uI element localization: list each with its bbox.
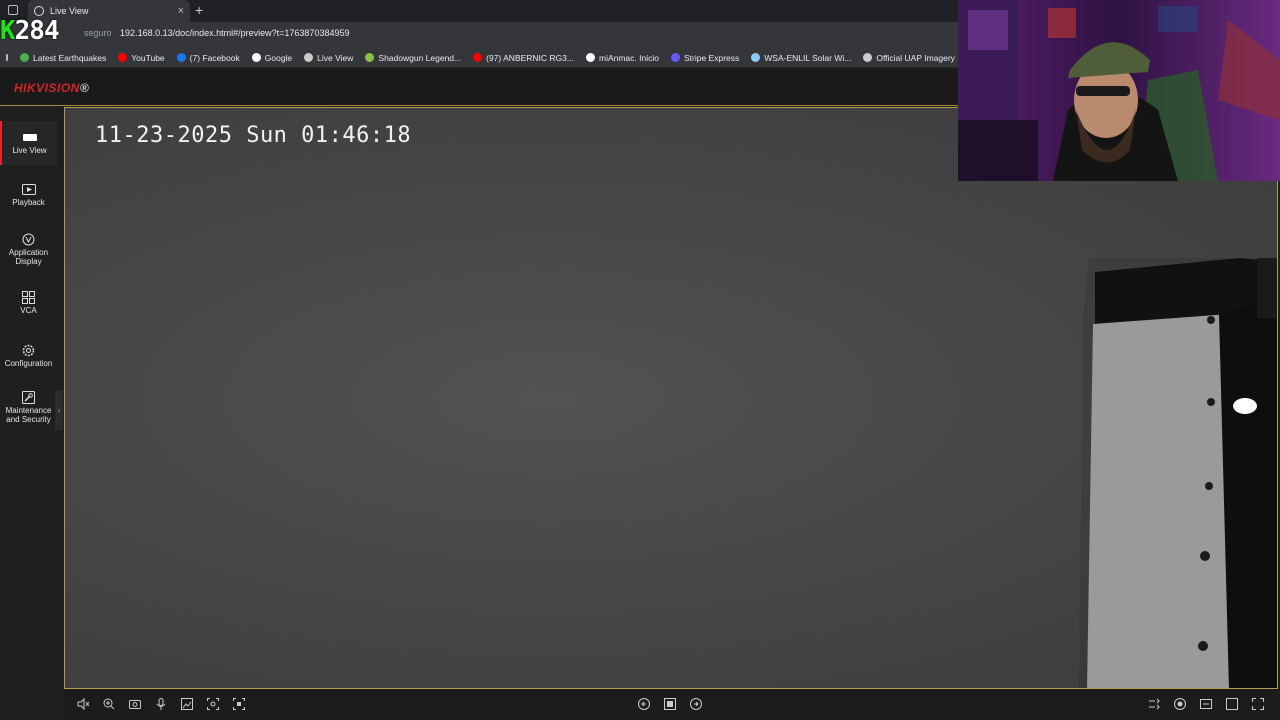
- bookmark-favicon-icon: [863, 53, 873, 62]
- nav-playback[interactable]: Playback: [0, 183, 57, 207]
- stream-overlay-counter: K284: [0, 16, 60, 46]
- bookmark-favicon-icon: [365, 53, 375, 62]
- bookmark-item[interactable]: Shadowgun Legend...: [365, 53, 461, 63]
- screen: Live View × + seguro 192.168.0.13/doc/in…: [0, 0, 1280, 720]
- bookmark-label: Live View: [317, 52, 354, 63]
- zoom-icon[interactable]: [103, 698, 115, 710]
- bookmark-label: Google: [264, 52, 293, 63]
- bookmark-label: (97) ANBERNIC RG3...: [486, 52, 574, 63]
- bookmark-item[interactable]: Stripe Express: [670, 52, 740, 63]
- previous-page-icon[interactable]: [638, 698, 650, 710]
- window-menu-icon[interactable]: [8, 5, 18, 15]
- bookmark-item[interactable]: (97) ANBERNIC RG3...: [473, 53, 574, 63]
- vca-icon: [22, 290, 36, 304]
- focus-icon[interactable]: [233, 698, 245, 710]
- live-video-viewport[interactable]: 11-23-2025 Sun 01:46:18: [64, 107, 1278, 689]
- microphone-icon[interactable]: [155, 698, 167, 710]
- mute-icon[interactable]: [77, 698, 89, 710]
- bookmark-item[interactable]: YouTube: [118, 52, 165, 63]
- nav-label: Playback: [12, 198, 45, 207]
- next-page-icon[interactable]: [690, 698, 702, 710]
- bookmark-label: Shadowgun Legend...: [378, 52, 462, 63]
- record-icon[interactable]: [1174, 698, 1186, 710]
- bookmark-favicon-icon: [20, 53, 29, 62]
- bookmark-item[interactable]: Google: [251, 52, 293, 63]
- nav-vca[interactable]: VCA: [0, 290, 57, 315]
- apps-icon[interactable]: [6, 54, 8, 61]
- streamer-webcam-overlay: [958, 0, 1280, 181]
- new-tab-button[interactable]: +: [195, 2, 203, 18]
- nav-configuration[interactable]: Configuration: [0, 344, 57, 368]
- bookmark-item[interactable]: Live View: [304, 53, 353, 63]
- nav-label: VCA: [20, 306, 37, 315]
- bookmark-item[interactable]: (7) Facebook: [176, 52, 240, 63]
- image-enhance-icon[interactable]: [181, 698, 193, 710]
- playback-icon: [21, 183, 36, 195]
- osd-timestamp: 11-23-2025 Sun 01:46:18: [95, 123, 412, 148]
- bookmark-label: miAnmac. Inicio: [598, 52, 659, 63]
- maintenance-icon: [22, 390, 36, 404]
- address-field[interactable]: seguro 192.168.0.13/doc/index.html#/prev…: [84, 28, 349, 38]
- video-toolbar: [64, 689, 1280, 720]
- aspect-ratio-icon[interactable]: [1200, 698, 1212, 710]
- bookmark-favicon-icon: [118, 53, 128, 62]
- nav-label: Configuration: [4, 359, 53, 368]
- app-header: HIKVISION®: [0, 68, 960, 106]
- digital-zoom-icon[interactable]: [207, 698, 219, 710]
- tab-title: Live View: [50, 6, 89, 16]
- nav-maintenance-security[interactable]: Maintenance and Security: [0, 390, 57, 424]
- sidebar-nav: Live View Playback Application Display V…: [0, 107, 57, 720]
- bookmark-favicon-icon: [670, 53, 680, 62]
- bookmark-label: YouTube: [131, 52, 165, 63]
- security-label: seguro: [84, 28, 112, 38]
- nav-label: Application Display: [8, 248, 49, 266]
- bookmark-label: Stripe Express: [683, 52, 740, 63]
- nav-label: Live View: [12, 146, 47, 155]
- bookmark-label: Latest Earthquakes: [33, 52, 107, 63]
- bookmark-label: (7) Facebook: [189, 52, 240, 63]
- browser-tab-bar: Live View × +: [0, 0, 960, 22]
- bookmark-favicon-icon: [251, 53, 261, 62]
- bookmark-label: Official UAP Imagery: [876, 52, 955, 63]
- bookmark-item[interactable]: miAnmac. Inicio: [585, 52, 659, 63]
- bookmark-item[interactable]: Latest Earthquakes: [20, 53, 106, 63]
- bookmark-favicon-icon: [473, 53, 483, 62]
- stream-type-icon[interactable]: [1148, 698, 1160, 710]
- bookmark-favicon-icon: [176, 53, 186, 62]
- tab-favicon-icon: [34, 6, 44, 16]
- address-bar[interactable]: seguro 192.168.0.13/doc/index.html#/prev…: [0, 22, 960, 48]
- bookmark-favicon-icon: [304, 53, 314, 62]
- bookmark-label: WSA-ENLIL Solar Wi...: [764, 52, 852, 63]
- hikvision-logo: HIKVISION®: [14, 81, 90, 95]
- nav-label: Maintenance and Security: [5, 406, 52, 424]
- gear-icon: [22, 344, 36, 356]
- stop-all-icon[interactable]: [664, 698, 676, 710]
- camera-icon: [22, 131, 37, 143]
- bookmark-favicon-icon: [585, 53, 595, 62]
- nav-application-display[interactable]: Application Display: [0, 233, 57, 266]
- sidebar-collapse-handle[interactable]: ›: [55, 390, 63, 430]
- snapshot-icon[interactable]: [129, 698, 141, 710]
- tab-close-icon[interactable]: ×: [178, 5, 184, 17]
- building-silhouette: [1079, 258, 1277, 688]
- application-icon: [22, 233, 36, 245]
- bookmark-favicon-icon: [751, 53, 761, 62]
- bookmark-item[interactable]: WSA-ENLIL Solar Wi...: [751, 53, 851, 63]
- url-text: 192.168.0.13/doc/index.html#/preview?t=1…: [120, 28, 350, 38]
- nav-live-view[interactable]: Live View: [0, 121, 57, 165]
- bookmarks-bar: Latest Earthquakes YouTube (7) Facebook Goo…: [0, 48, 960, 68]
- bookmark-item[interactable]: Official UAP Imagery: [863, 53, 955, 63]
- fullscreen-icon[interactable]: [1252, 698, 1264, 710]
- window-layout-icon[interactable]: [1226, 698, 1238, 710]
